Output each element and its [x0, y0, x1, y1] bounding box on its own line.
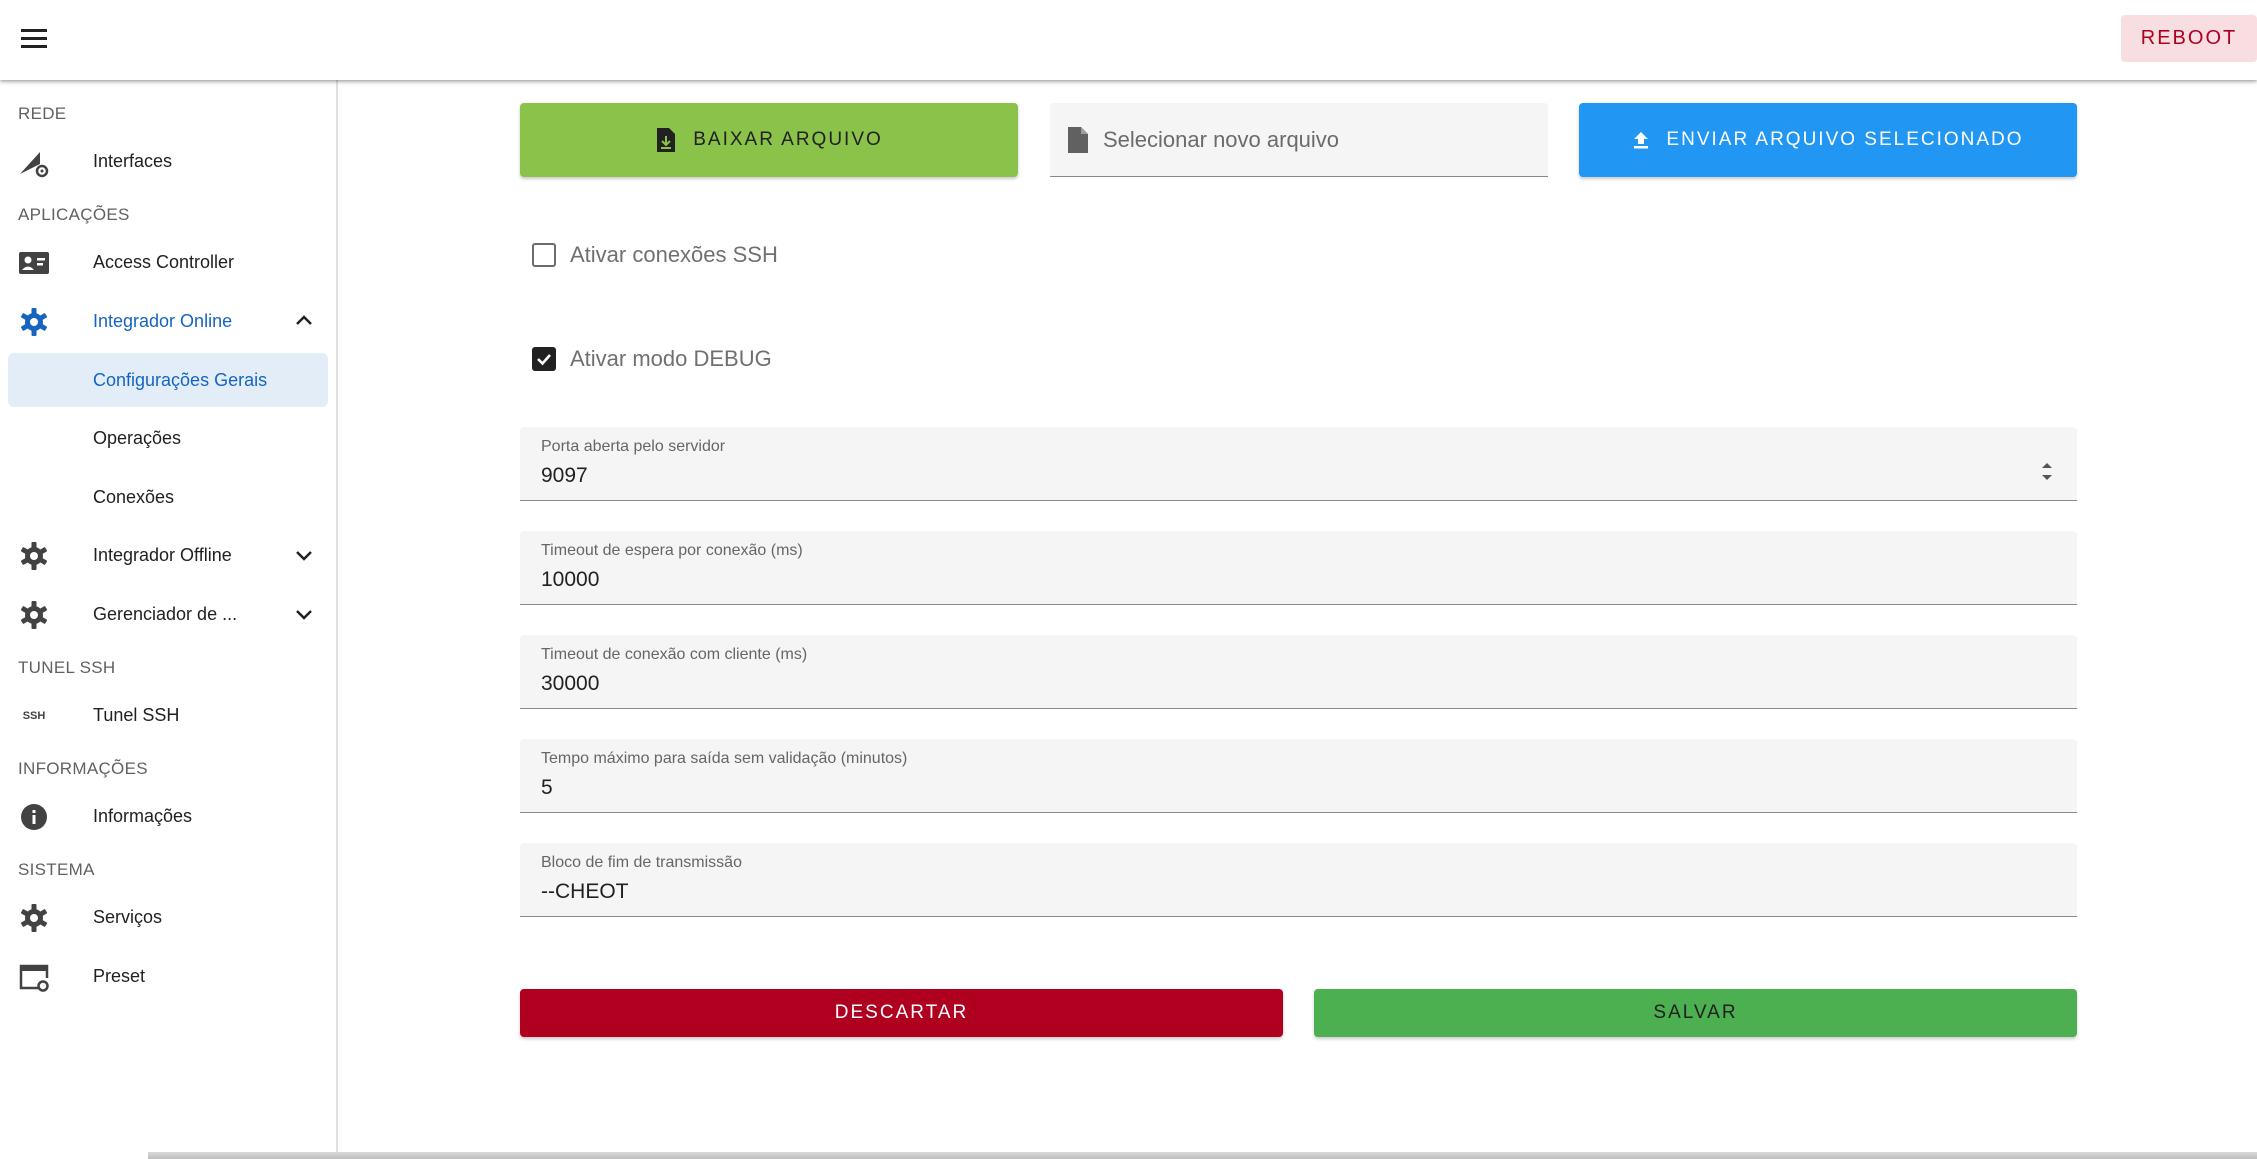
sidebar-item-label: Tunel SSH [93, 704, 180, 725]
sidebar-item-label: Operações [93, 427, 182, 448]
menu-icon[interactable] [16, 20, 52, 56]
timeout-espera-label: Timeout de espera por conexão (ms) [541, 542, 803, 559]
tempo-maximo-label: Tempo máximo para saída sem validação (m… [541, 750, 908, 767]
bloco-fim-value[interactable]: --CHEOT [541, 880, 629, 904]
section-title-informacoes: INFORMAÇÕES [18, 759, 148, 778]
tempo-maximo-value[interactable]: 5 [541, 776, 553, 800]
chevron-down-icon[interactable] [292, 602, 316, 626]
sidebar: REDE Interfaces APLICAÇÕES Access Contro… [0, 80, 338, 1159]
sidebar-item-operacoes[interactable]: Operações [8, 411, 328, 465]
network-settings-icon [20, 152, 49, 178]
settings-gear-icon [20, 601, 48, 629]
file-select-placeholder: Selecionar novo arquivo [1103, 126, 1340, 152]
ssh-icon: SSH [22, 710, 46, 722]
section-title-aplicacoes: APLICAÇÕES [18, 205, 130, 224]
sidebar-item-label: Preset [93, 965, 146, 986]
discard-button[interactable]: DESCARTAR [520, 989, 1283, 1037]
ssh-checkbox-row[interactable]: Ativar conexões SSH [532, 242, 778, 268]
upload-file-label: ENVIAR ARQUIVO SELECIONADO [1666, 129, 2024, 150]
file-select-input[interactable]: Selecionar novo arquivo [1050, 103, 1548, 177]
file-download-icon [657, 128, 676, 152]
timeout-cliente-label: Timeout de conexão com cliente (ms) [541, 646, 808, 663]
sidebar-item-access-controller[interactable]: Access Controller [8, 235, 328, 289]
sidebar-item-label: Interfaces [93, 150, 173, 171]
debug-checkbox[interactable] [532, 347, 556, 371]
check-icon [537, 354, 551, 366]
horizontal-scrollbar[interactable] [148, 1152, 2257, 1159]
sidebar-item-servicos[interactable]: Serviços [8, 890, 328, 944]
settings-gear-icon [20, 904, 48, 932]
sidebar-item-label: Access Controller [93, 251, 235, 272]
download-file-button[interactable]: BAIXAR ARQUIVO [520, 103, 1018, 177]
sidebar-item-label: Integrador Offline [93, 544, 232, 565]
timeout-espera-field[interactable]: Timeout de espera por conexão (ms) 10000 [520, 531, 2077, 605]
app-bar: REBOOT [0, 0, 2257, 80]
settings-gear-icon [20, 542, 48, 570]
info-icon [21, 804, 47, 830]
sidebar-item-label: Conexões [93, 486, 175, 507]
porta-field-label: Porta aberta pelo servidor [541, 438, 726, 455]
sidebar-item-label: Gerenciador de ... [93, 603, 238, 624]
sidebar-item-preset[interactable]: Preset [8, 949, 328, 1003]
timeout-cliente-field[interactable]: Timeout de conexão com cliente (ms) 3000… [520, 635, 2077, 709]
settings-gear-icon [20, 308, 48, 336]
chevron-down-icon[interactable] [292, 543, 316, 567]
debug-checkbox-label: Ativar modo DEBUG [570, 346, 772, 371]
section-title-sistema: SISTEMA [18, 860, 95, 879]
tempo-maximo-field[interactable]: Tempo máximo para saída sem validação (m… [520, 739, 2077, 813]
sidebar-item-informacoes[interactable]: Informações [8, 789, 328, 843]
porta-field[interactable]: Porta aberta pelo servidor 9097 [520, 427, 2077, 501]
sidebar-item-integrador-offline[interactable]: Integrador Offline [8, 528, 328, 582]
stepper-up-icon[interactable] [2042, 463, 2052, 468]
file-icon [1068, 126, 1088, 153]
debug-checkbox-row[interactable]: Ativar modo DEBUG [532, 346, 772, 372]
sidebar-item-label: Informações [93, 805, 193, 826]
upload-icon [1634, 132, 1649, 149]
sidebar-item-label: Configurações Gerais [93, 369, 268, 390]
timeout-espera-value[interactable]: 10000 [541, 568, 599, 592]
porta-field-value[interactable]: 9097 [541, 464, 588, 488]
bloco-fim-label: Bloco de fim de transmissão [541, 854, 742, 871]
sidebar-item-interfaces[interactable]: Interfaces [8, 134, 328, 188]
save-button[interactable]: SALVAR [1314, 989, 2077, 1037]
section-title-rede: REDE [18, 104, 67, 123]
sidebar-item-label: Serviços [93, 906, 163, 927]
chevron-up-icon[interactable] [292, 309, 316, 333]
ssh-checkbox-label: Ativar conexões SSH [570, 242, 778, 267]
sidebar-item-label: Integrador Online [93, 310, 233, 331]
upload-file-button[interactable]: ENVIAR ARQUIVO SELECIONADO [1579, 103, 2077, 177]
reboot-button[interactable]: REBOOT [2121, 15, 2257, 62]
download-file-label: BAIXAR ARQUIVO [693, 129, 883, 150]
ssh-checkbox[interactable] [532, 243, 556, 267]
window-settings-icon [19, 964, 49, 992]
sidebar-item-gerenciador[interactable]: Gerenciador de ... [8, 587, 328, 641]
timeout-cliente-value[interactable]: 30000 [541, 672, 599, 696]
sidebar-item-tunel-ssh[interactable]: SSH Tunel SSH [8, 688, 328, 742]
main-content: BAIXAR ARQUIVO Selecionar novo arquivo E… [340, 80, 2257, 1159]
bloco-fim-field[interactable]: Bloco de fim de transmissão --CHEOT [520, 843, 2077, 917]
number-stepper[interactable] [2039, 460, 2055, 488]
sidebar-item-conexoes[interactable]: Conexões [8, 470, 328, 524]
stepper-down-icon[interactable] [2042, 475, 2052, 480]
sidebar-item-integrador-online[interactable]: Integrador Online [8, 294, 328, 348]
contact-card-icon [19, 252, 49, 274]
sidebar-item-configuracoes-gerais[interactable]: Configurações Gerais [8, 353, 328, 407]
section-title-tunel: TUNEL SSH [18, 658, 116, 677]
